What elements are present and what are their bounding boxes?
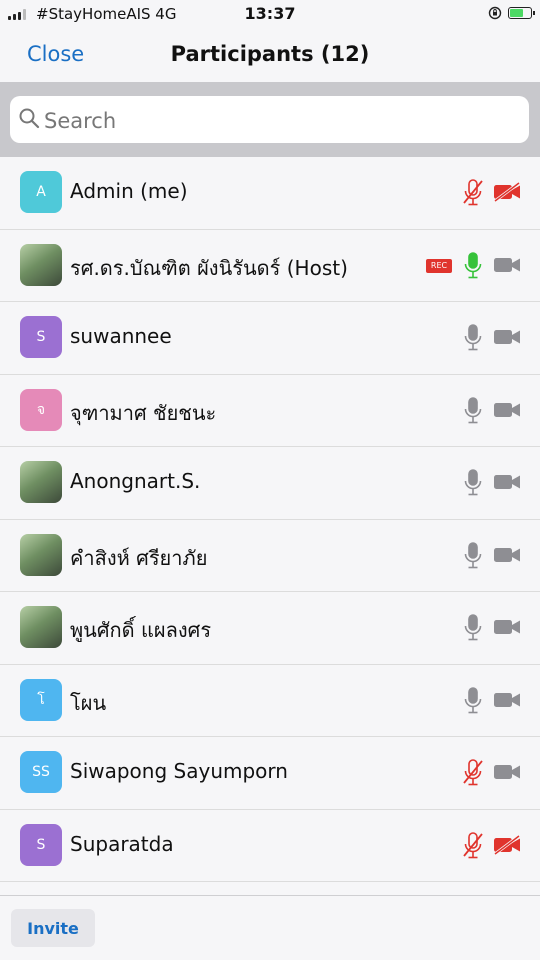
avatar-photo	[20, 461, 62, 503]
video-camera-icon[interactable]	[493, 400, 521, 424]
participant-row[interactable]: S Suparatda	[0, 810, 540, 882]
participant-row[interactable]: คำสิงห์ ศรียาภัย	[0, 520, 540, 592]
microphone-icon[interactable]	[462, 613, 484, 647]
avatar: A	[20, 171, 62, 213]
participant-row[interactable]: A Admin (me)	[0, 157, 540, 230]
video-camera-icon[interactable]	[493, 617, 521, 641]
video-camera-icon[interactable]	[493, 255, 521, 279]
participant-name: Anongnart.S.	[70, 469, 201, 493]
battery-charging-icon	[508, 7, 535, 19]
avatar-initials: SS	[32, 764, 50, 780]
video-off-icon[interactable]	[493, 834, 521, 859]
avatar-initials: โ	[37, 691, 45, 708]
participant-row[interactable]: พูนศักดิ์ แผลงศร	[0, 592, 540, 665]
avatar: โ	[20, 678, 62, 721]
microphone-icon[interactable]	[462, 251, 484, 285]
rotation-lock-icon	[488, 6, 502, 24]
participant-row[interactable]: SS Siwapong Sayumporn	[0, 737, 540, 810]
participant-name: คำสิงห์ ศรียาภัย	[70, 545, 208, 570]
video-camera-icon[interactable]	[493, 690, 521, 714]
participant-name: suwannee	[70, 324, 172, 348]
participant-row[interactable]: โ โผน	[0, 665, 540, 737]
participant-name: Admin (me)	[70, 179, 188, 203]
participant-name: พูนศักดิ์ แผลงศร	[70, 618, 212, 642]
participant-name: โผน	[70, 690, 107, 715]
participant-row[interactable]: จ จุฑามาศ ชัยชนะ	[0, 375, 540, 447]
status-time: 13:37	[244, 4, 296, 23]
video-camera-icon[interactable]	[493, 545, 521, 569]
search-bar	[0, 82, 540, 157]
mic-muted-icon[interactable]	[462, 831, 484, 865]
avatar: S	[20, 823, 62, 866]
nav-bar: Close Participants (12)	[0, 28, 540, 82]
avatar-photo	[20, 606, 62, 648]
avatar-photo	[20, 533, 62, 576]
avatar-initials: S	[36, 836, 46, 853]
video-camera-icon[interactable]	[493, 762, 521, 786]
search-input[interactable]	[42, 96, 516, 145]
microphone-icon[interactable]	[462, 686, 484, 720]
mic-muted-icon[interactable]	[462, 758, 484, 792]
microphone-icon[interactable]	[462, 323, 484, 357]
microphone-icon[interactable]	[462, 541, 484, 575]
search-icon	[18, 107, 40, 133]
video-camera-icon[interactable]	[493, 472, 521, 496]
participant-name: รศ.ดร.บัณฑิต ผังนิรันดร์ (Host)	[70, 255, 348, 280]
footer-toolbar: Invite	[0, 895, 540, 960]
search-field[interactable]	[10, 96, 529, 145]
avatar-initials: A	[36, 184, 46, 200]
participant-name: Siwapong Sayumporn	[70, 759, 288, 783]
mic-muted-icon[interactable]	[462, 178, 484, 212]
microphone-icon[interactable]	[462, 468, 484, 502]
status-bar: #StayHomeAIS 4G 13:37	[0, 0, 540, 28]
avatar: SS	[20, 751, 62, 793]
recording-badge: REC	[426, 258, 452, 273]
invite-button[interactable]: Invite	[11, 909, 95, 947]
participant-row[interactable]: Anongnart.S.	[0, 447, 540, 520]
avatar-photo	[20, 243, 62, 286]
page-title: Participants (12)	[170, 42, 370, 66]
avatar-initials: S	[36, 329, 46, 345]
participant-name: Suparatda	[70, 831, 174, 856]
participant-row[interactable]: รศ.ดร.บัณฑิต ผังนิรันดร์ (Host) REC	[0, 230, 540, 302]
participant-name: จุฑามาศ ชัยชนะ	[70, 400, 217, 425]
avatar: จ	[20, 388, 62, 431]
participant-row[interactable]	[0, 882, 540, 895]
video-camera-icon[interactable]	[493, 327, 521, 351]
participant-list[interactable]: A Admin (me) รศ.ดร.บัณฑิต ผังนิรันดร์ (Hos…	[0, 157, 540, 895]
avatar-initials: จ	[36, 401, 46, 418]
avatar: S	[20, 316, 62, 358]
microphone-icon[interactable]	[462, 396, 484, 430]
video-off-icon[interactable]	[493, 181, 521, 206]
participant-row[interactable]: Ssuwannee	[0, 302, 540, 375]
